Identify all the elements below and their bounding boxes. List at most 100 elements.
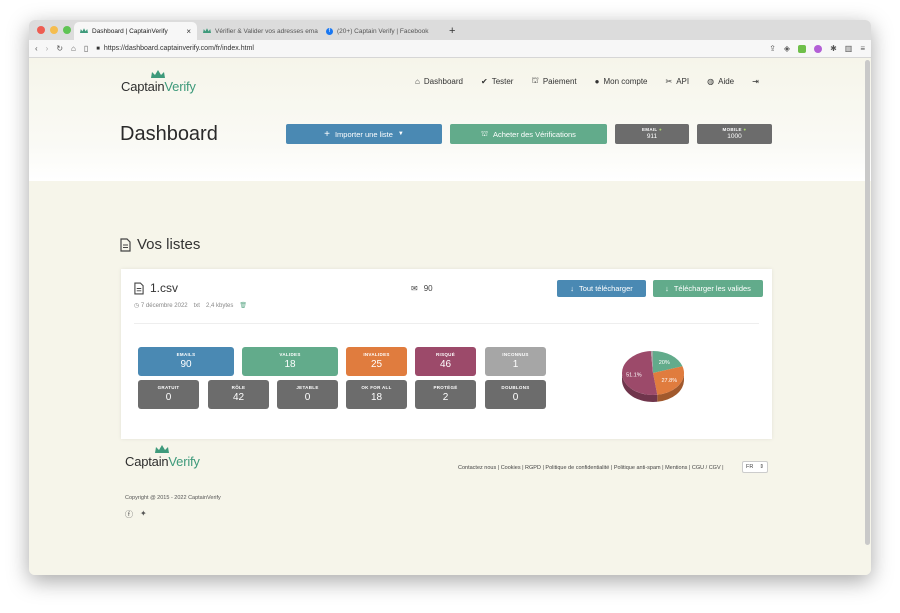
browser-tab-facebook[interactable]: f (20+) Captain Verify | Facebook [320, 22, 443, 40]
tab-title: Dashboard | CaptainVerify [92, 27, 168, 35]
stat-invalides: INVALIDES 25 [346, 347, 407, 376]
maximize-window-icon[interactable] [63, 26, 71, 34]
minimize-window-icon[interactable] [50, 26, 58, 34]
facebook-icon[interactable]: ⓕ [125, 509, 133, 520]
stat-inconnus: INCONNUS 1 [485, 347, 546, 376]
list-card: 1.csv ◷ 7 décembre 2022 txt 2,4 kbytes 🗑… [121, 269, 772, 439]
browser-toolbar: ‹ › ↻ ⌂ ▯ ■ https://dashboard.captainver… [29, 40, 871, 58]
results-pie-chart: 20% 27.8% 51.1% [622, 351, 684, 402]
list-name[interactable]: 1.csv [134, 281, 178, 295]
footer-logo[interactable]: CaptainVerify [125, 445, 200, 469]
nav-logout[interactable]: ⇥ [752, 76, 759, 86]
brand-wordmark: CaptainVerify [125, 454, 200, 469]
clock-icon: ◷ [134, 303, 140, 309]
page-content: CaptainVerify ⌂ Dashboard ✔ Tester ⛫ Paieme… [29, 58, 871, 575]
stat-ok-for-all: OK FOR ALL 18 [346, 380, 407, 409]
language-select[interactable]: FR ⇕ [742, 461, 768, 473]
close-tab-icon[interactable]: × [186, 27, 191, 36]
document-icon [134, 282, 144, 294]
brand-logo[interactable]: CaptainVerify [121, 70, 196, 94]
footer-links[interactable]: Contactez nous | Cookies | RGPD | Politi… [458, 465, 724, 471]
new-tab-icon[interactable]: + [443, 25, 461, 37]
chevron-updown-icon: ⇕ [759, 464, 764, 470]
nav-aide[interactable]: ◍ Aide [707, 76, 734, 86]
brave-shield-icon[interactable]: ◈ [784, 44, 790, 53]
address-bar[interactable]: ■ https://dashboard.captainverify.com/fr… [96, 45, 761, 52]
user-icon: ● [594, 76, 600, 86]
browser-tab-dashboard[interactable]: Dashboard | CaptainVerify × [74, 22, 197, 40]
nav-mon-compte[interactable]: ● Mon compte [595, 76, 648, 86]
tab-strip: Dashboard | CaptainVerify × Vérifier & V… [29, 20, 871, 40]
nav-paiement[interactable]: ⛫ Paiement [531, 76, 576, 86]
trash-icon[interactable]: 🗑 [239, 302, 247, 309]
info-icon[interactable]: ● [743, 127, 746, 132]
bookmark-icon[interactable]: ▯ [84, 44, 88, 53]
stat-doublons: DOUBLONS 0 [485, 380, 546, 409]
lock-icon: ■ [96, 45, 100, 52]
logout-icon: ⇥ [752, 76, 759, 86]
basket-icon: ⛫ [481, 129, 488, 138]
browser-window: Dashboard | CaptainVerify × Vérifier & V… [29, 20, 871, 575]
browser-tab-verify[interactable]: Vérifier & Valider vos adresses ema [197, 22, 320, 40]
stat-prot-g-: PROTÉGÉ 2 [415, 380, 476, 409]
plus-icon: + [324, 128, 330, 140]
twitter-icon[interactable]: ✦ [140, 509, 147, 520]
reload-icon[interactable]: ↻ [56, 44, 63, 53]
info-icon[interactable]: ● [659, 127, 662, 132]
arrow-down-icon: ↓ [665, 284, 669, 293]
extensions-puzzle-icon[interactable]: ✱ [830, 44, 837, 53]
main-nav: ⌂ Dashboard ✔ Tester ⛫ Paiement ● Mon compte… [415, 76, 759, 86]
caret-down-icon: ▼ [397, 131, 404, 137]
nav-tester[interactable]: ✔ Tester [481, 76, 514, 86]
crown-icon [151, 70, 166, 78]
tab-title: Vérifier & Valider vos adresses ema [215, 27, 318, 35]
copyright: Copyright @ 2015 - 2022 CaptainVerify [125, 495, 221, 501]
crown-icon [80, 28, 88, 33]
arrow-down-icon: ↓ [570, 284, 574, 293]
window-controls [37, 26, 71, 34]
envelope-icon: ✉ [411, 284, 418, 293]
download-all-button[interactable]: ↓ Tout télécharger [557, 280, 646, 297]
stat-emails: EMAILS 90 [138, 347, 234, 376]
globe-icon: ◍ [707, 76, 715, 86]
stat-jetable: JETABLE 0 [277, 380, 338, 409]
stat-r-le: RÔLE 42 [208, 380, 269, 409]
page-title: Dashboard [120, 123, 218, 145]
extension-purple-icon[interactable] [814, 44, 823, 53]
close-window-icon[interactable] [37, 26, 45, 34]
email-count: ✉ 90 [411, 284, 433, 293]
scrollbar[interactable] [865, 60, 870, 545]
import-list-button[interactable]: + Importer une liste ▼ [286, 124, 442, 144]
buy-verifications-button[interactable]: ⛫ Acheter des Vérifications [450, 124, 607, 144]
crown-icon [155, 445, 170, 453]
crown-icon [203, 28, 211, 33]
document-icon [120, 237, 131, 252]
home-browser-icon[interactable]: ⌂ [71, 44, 76, 53]
nav-api[interactable]: ✂ API [666, 76, 690, 86]
home-icon: ⌂ [415, 76, 420, 86]
url-text: https://dashboard.captainverify.com/fr/i… [103, 45, 254, 52]
download-valid-button[interactable]: ↓ Télécharger les valides [653, 280, 763, 297]
nav-dashboard[interactable]: ⌂ Dashboard [415, 76, 463, 86]
stat-valides: VALIDES 18 [242, 347, 338, 376]
email-credits-badge: EMAIL ● 911 [615, 124, 689, 144]
back-icon[interactable]: ‹ [35, 44, 38, 53]
brand-wordmark: CaptainVerify [121, 79, 196, 94]
mobile-credits-badge: MOBILE ● 1000 [697, 124, 772, 144]
pie-label-0: 20% [659, 360, 670, 366]
share-icon[interactable]: ⇪ [769, 44, 776, 53]
forward-icon[interactable]: › [46, 44, 49, 53]
pie-label-1: 27.8% [661, 378, 677, 384]
tools-icon: ✂ [665, 76, 673, 86]
stat-risqu-: RISQUÉ 46 [415, 347, 476, 376]
facebook-icon: f [326, 27, 333, 35]
menu-icon[interactable]: ≡ [860, 44, 865, 53]
section-title: Vos listes [120, 236, 200, 253]
pie-label-2: 51.1% [626, 372, 642, 378]
divider [134, 323, 759, 324]
tab-title: (20+) Captain Verify | Facebook [337, 27, 429, 35]
list-meta: ◷ 7 décembre 2022 txt 2,4 kbytes 🗑 [134, 302, 247, 310]
social-links: ⓕ ✦ [125, 509, 147, 520]
extension-green-icon[interactable] [798, 44, 807, 53]
sidebar-icon[interactable]: ▥ [845, 44, 853, 53]
